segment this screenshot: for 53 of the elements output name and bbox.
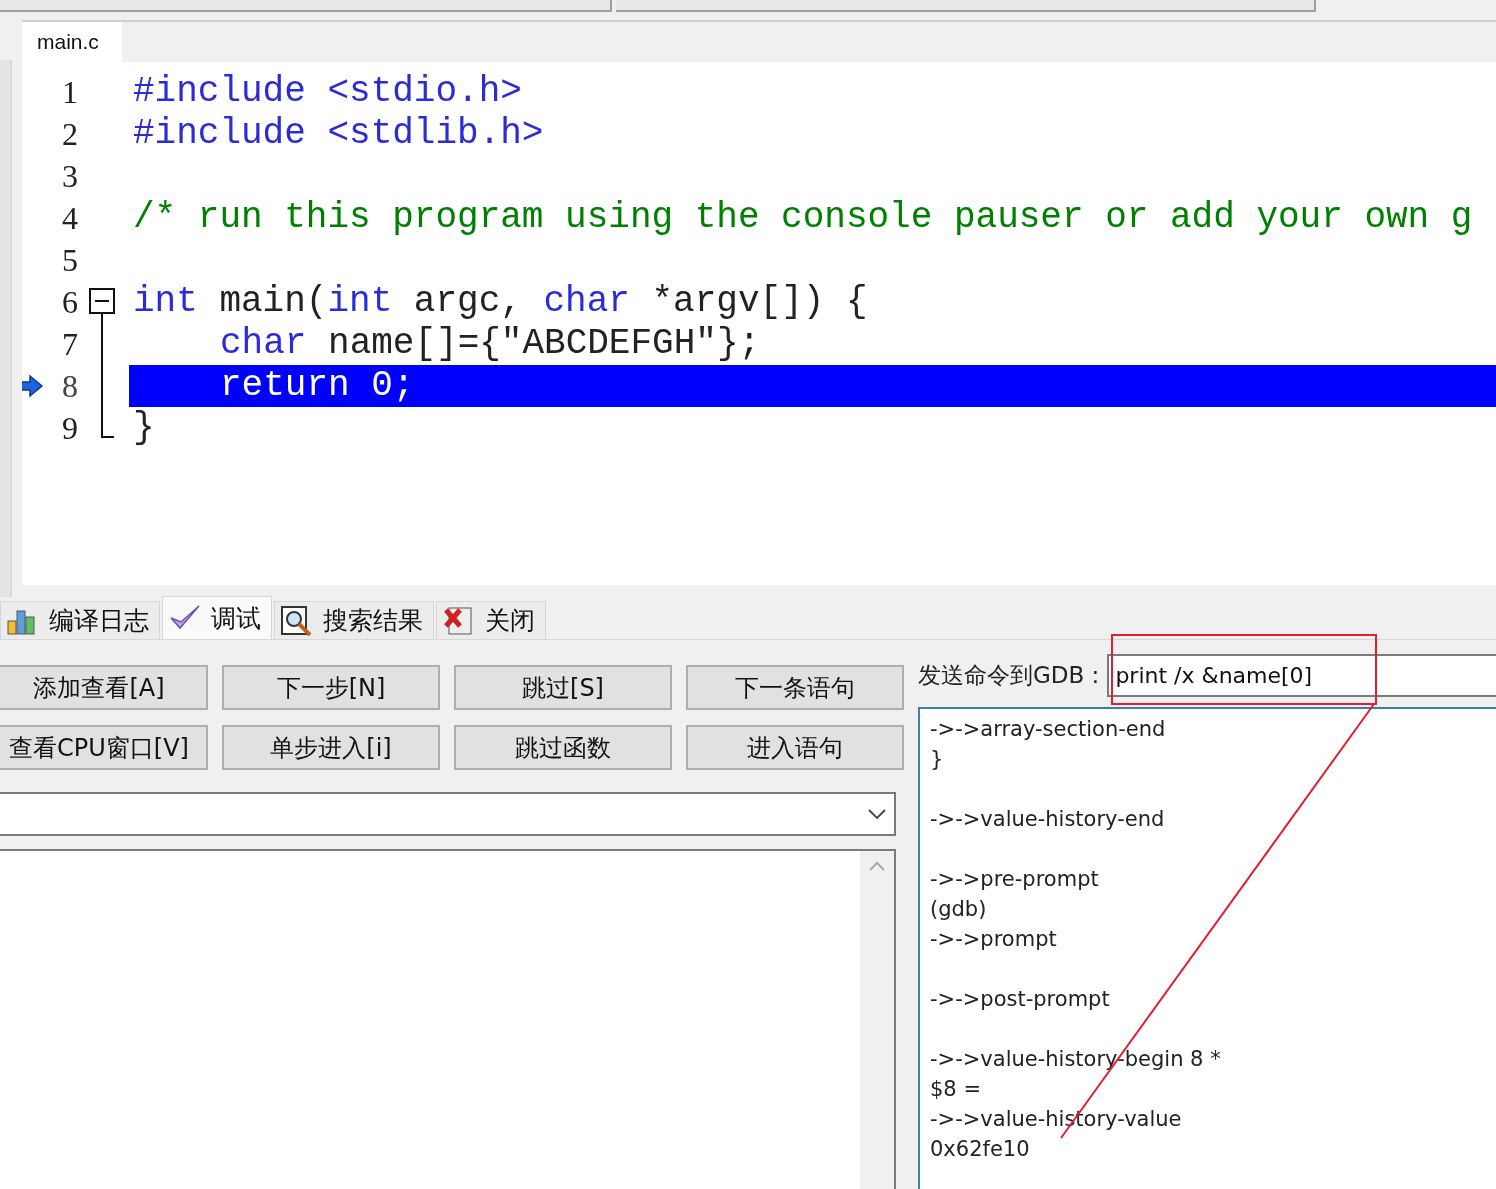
- chevron-down-icon: [868, 809, 886, 819]
- code-line: /* run this program using the console pauser or add your own g: [133, 197, 1473, 238]
- line-number: 3: [62, 158, 78, 194]
- close-icon: [443, 605, 475, 636]
- output-line: }: [930, 747, 944, 771]
- code-editor[interactable]: 1 #include <stdio.h> 2 #include <stdlib.h> 3 4 /* run this program using the console pauser or add your own g 5 6 int main(int argc, char *argv[]) { 7 char name[]={"ABCDEFGH"}; 8 return 0; 9 }: [22, 62, 1496, 585]
- debug-button[interactable]: 跳过[S]: [454, 665, 672, 710]
- code-line: int main(int argc, char *argv[]) {: [133, 281, 868, 322]
- collapse-icon[interactable]: [89, 288, 115, 323]
- debug-button[interactable]: 进入语句: [686, 725, 904, 770]
- line-number: 9: [62, 410, 78, 446]
- code-line: return 0;: [220, 365, 415, 406]
- panel-tab[interactable]: 搜索结果: [274, 601, 434, 639]
- code-line: }: [133, 407, 155, 448]
- debug-button[interactable]: 下一条语句: [686, 665, 904, 710]
- line-number: 1: [62, 74, 78, 110]
- panel-tab[interactable]: 编译日志: [0, 601, 160, 639]
- command-label: 发送命令到GDB :: [918, 661, 1100, 690]
- panel-tab[interactable]: 调试: [162, 596, 272, 639]
- output-line: $8 =: [930, 1077, 981, 1101]
- debug-button[interactable]: 下一步[N]: [222, 665, 440, 710]
- output-line: ->->prompt: [930, 927, 1057, 951]
- line-number: 8: [62, 368, 78, 404]
- output-line: 0x62fe10: [930, 1137, 1030, 1161]
- tab-label: 关闭: [485, 605, 535, 637]
- line-number: 7: [62, 326, 78, 362]
- tab-label: 编译日志: [49, 605, 149, 637]
- output-line: ->->pre-prompt: [930, 867, 1099, 891]
- search-icon: [281, 605, 313, 636]
- line-number: 6: [62, 284, 78, 320]
- debug-button[interactable]: 添加查看[A]: [0, 665, 208, 710]
- code-line: #include <stdio.h>: [133, 71, 522, 112]
- debug-button[interactable]: 跳过函数: [454, 725, 672, 770]
- tab-label: 调试: [211, 602, 261, 635]
- debug-button[interactable]: 查看CPU窗口[V]: [0, 725, 208, 770]
- tab-label: 搜索结果: [323, 605, 423, 637]
- watch-combo-box[interactable]: [0, 792, 896, 836]
- panel-tab[interactable]: 关闭: [436, 601, 546, 639]
- output-line: (gdb): [930, 897, 987, 921]
- code-line: #include <stdlib.h>: [133, 113, 544, 154]
- file-tab[interactable]: main.c: [22, 22, 122, 62]
- debug-button[interactable]: 单步进入[i]: [222, 725, 440, 770]
- scrollbar[interactable]: [860, 851, 894, 1189]
- code-line: char name[]={"ABCDEFGH"};: [220, 323, 761, 364]
- output-line: ->->array-section-end: [930, 717, 1166, 741]
- line-number: 5: [62, 242, 78, 278]
- gdb-command-field[interactable]: print /x &name[0]: [1107, 654, 1496, 697]
- line-number: 2: [62, 116, 78, 152]
- output-line: ->->value-history-end: [930, 807, 1165, 831]
- line-number: 4: [62, 200, 78, 236]
- output-line: ->->post-prompt: [930, 987, 1110, 1011]
- chevron-up-icon: [869, 861, 885, 871]
- check-icon: [169, 604, 201, 632]
